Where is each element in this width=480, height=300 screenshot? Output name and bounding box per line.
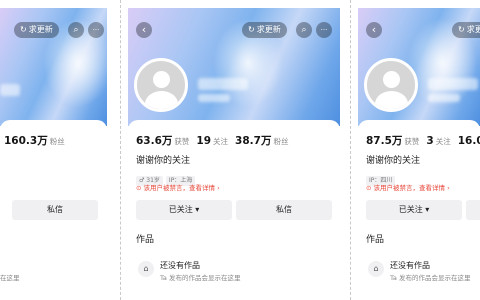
more-icon[interactable]: ···	[88, 22, 104, 38]
username-blurred	[0, 84, 20, 96]
avatar	[134, 58, 188, 112]
followers-count: 160.3万	[4, 135, 48, 147]
profile-panel-center: ‹ ↻ 求更新 ⌕ ··· 63.6万 获赞 19 关注 38.7万 粉丝 谢谢你的关注 ♂…	[128, 8, 340, 300]
stats-row: 63.6万 获赞 19 关注 38.7万 粉丝	[136, 133, 295, 148]
user-id-blurred	[198, 94, 230, 102]
dm-button[interactable]: 私信	[236, 200, 332, 220]
refresh-icon: ↻	[458, 25, 465, 34]
followed-button[interactable]: 已关注 ▾	[136, 200, 232, 220]
request-update-button[interactable]: ↻求更新	[14, 22, 59, 38]
likes-label: 获赞	[174, 137, 190, 146]
following-label[interactable]: 关注	[436, 137, 451, 146]
profile-bio: 谢谢你的关注	[136, 156, 191, 166]
following-count[interactable]: 3	[426, 135, 433, 147]
muted-notice-link[interactable]: ⊙ 该用户被禁言，查看详情 ›	[366, 182, 450, 192]
following-label[interactable]: 关注	[213, 137, 228, 146]
empty-works-subtitle: 在这里	[0, 274, 20, 282]
works-section-title: 作品	[136, 235, 155, 245]
followers-label[interactable]: 粉丝	[273, 137, 288, 146]
empty-works-subtitle: Ta 发布的作品会显示在这里	[160, 274, 241, 282]
search-icon[interactable]: ⌕	[296, 22, 312, 38]
back-icon[interactable]: ‹	[136, 22, 152, 38]
stats-row: 160.3万 粉丝	[4, 133, 72, 148]
profile-panel-right: ‹ ↻求更新 87.5万获赞3关注16.0万粉丝 谢谢你的关注 IP：四川 ⊙ …	[358, 8, 480, 300]
muted-notice-link[interactable]: ⊙ 该用户被禁言，查看详情 ›	[136, 182, 220, 192]
followers-count[interactable]: 38.7万	[235, 135, 271, 147]
empty-box-icon: ⌂	[368, 261, 384, 277]
request-update-button[interactable]: ↻求更新	[452, 22, 480, 38]
works-section-title: 作品	[366, 235, 385, 245]
stats-row: 87.5万获赞3关注16.0万粉丝	[366, 133, 480, 148]
empty-works-subtitle: Ta 发布的作品会显示在这里	[390, 274, 471, 282]
username-blurred	[428, 78, 478, 90]
user-id-blurred	[428, 94, 460, 102]
request-update-button[interactable]: ↻求更新	[242, 22, 287, 38]
followers-count[interactable]: 16.0万	[458, 135, 480, 147]
panel-separator	[350, 0, 351, 300]
dm-button[interactable]	[466, 200, 480, 220]
panel-separator	[120, 0, 121, 300]
likes-count: 63.6万	[136, 135, 173, 147]
profile-bio: 谢谢你的关注	[366, 156, 421, 166]
profile-card: 63.6万 获赞 19 关注 38.7万 粉丝 谢谢你的关注 ♂ 31岁 IP：上海 ⊙ 该…	[128, 120, 340, 300]
refresh-icon: ↻	[248, 25, 255, 34]
likes-label: 获赞	[404, 137, 420, 146]
likes-count: 87.5万	[366, 135, 403, 147]
avatar	[364, 58, 418, 112]
search-icon[interactable]: ⌕	[68, 22, 84, 38]
profile-panel-left: ↻ 求更新 ⌕ ··· 160.3万 粉丝 私信 在这里	[0, 8, 107, 300]
back-icon[interactable]: ‹	[366, 22, 382, 38]
empty-works-title: 还没有作品	[160, 261, 200, 270]
followers-label: 粉丝	[49, 137, 65, 146]
followed-button[interactable]: 已关注 ▾	[366, 200, 462, 220]
dm-button[interactable]: 私信	[12, 200, 98, 220]
following-count[interactable]: 19	[196, 135, 211, 147]
profile-card: 87.5万获赞3关注16.0万粉丝 谢谢你的关注 IP：四川 ⊙ 该用户被禁言，…	[358, 120, 480, 300]
profile-card: 160.3万 粉丝 私信 在这里	[0, 120, 107, 300]
empty-works-title: 还没有作品	[390, 261, 430, 270]
refresh-icon: ↻	[20, 25, 27, 34]
empty-box-icon: ⌂	[138, 261, 154, 277]
more-icon[interactable]: ···	[316, 22, 332, 38]
username-blurred	[198, 78, 248, 90]
